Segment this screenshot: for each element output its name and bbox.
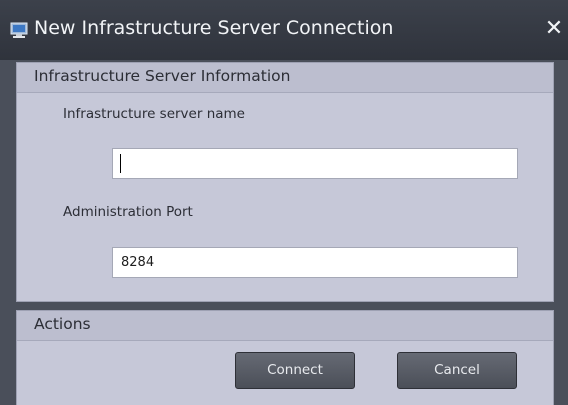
dialog-title: New Infrastructure Server Connection (34, 17, 394, 39)
info-panel-title: Infrastructure Server Information (34, 67, 291, 85)
title-bar[interactable]: New Infrastructure Server Connection ✕ (0, 0, 568, 60)
close-icon[interactable]: ✕ (544, 18, 564, 40)
cancel-button[interactable]: Cancel (397, 352, 517, 389)
infrastructure-server-information-panel: Infrastructure Server Information Infras… (16, 62, 554, 302)
server-name-label: Infrastructure server name (63, 106, 245, 122)
admin-port-input[interactable] (112, 247, 518, 278)
admin-port-label: Administration Port (63, 204, 193, 220)
actions-panel-header: Actions (17, 311, 553, 341)
computer-monitor-icon (10, 22, 28, 38)
actions-panel: Actions Connect Cancel (16, 310, 554, 405)
info-panel-header: Infrastructure Server Information (17, 63, 553, 93)
new-infrastructure-server-connection-dialog: New Infrastructure Server Connection ✕ I… (0, 0, 568, 405)
server-name-input[interactable] (112, 148, 518, 179)
text-caret (120, 154, 121, 173)
actions-panel-title: Actions (34, 315, 91, 333)
connect-button[interactable]: Connect (235, 352, 355, 389)
